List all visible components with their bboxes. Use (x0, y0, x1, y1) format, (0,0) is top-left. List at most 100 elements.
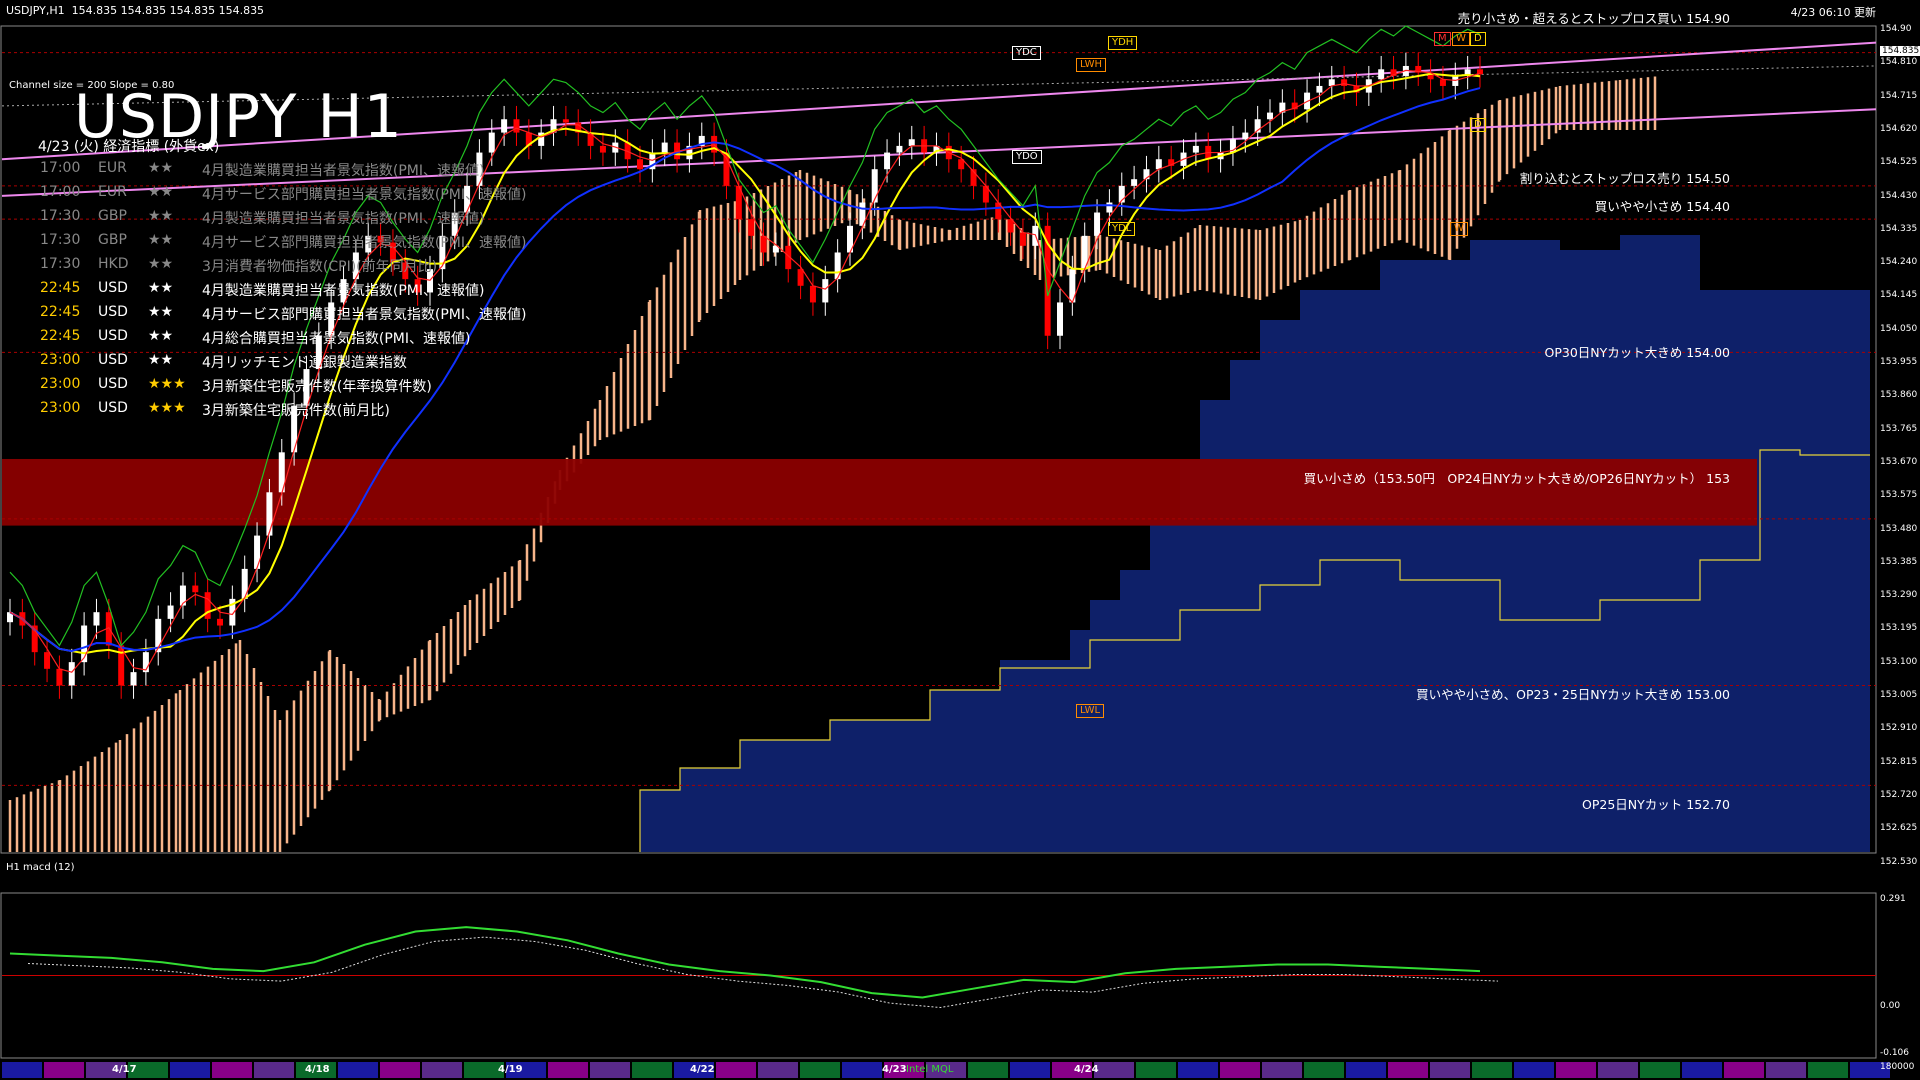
event-currency: EUR (98, 160, 127, 176)
price-tick: 152.910 (1880, 723, 1918, 734)
chart-subtitle: 4/23 (火) 経済指標 (外貨ex) (38, 139, 220, 155)
event-time: 22:45 (40, 280, 81, 296)
event-name: 4月製造業購買担当者景気指数(PMI、速報値) (202, 163, 485, 179)
candle-body (68, 662, 75, 686)
price-tick: 154.525 (1880, 157, 1918, 168)
date-label: 4/24 (1074, 1064, 1099, 1075)
date-bar-label: Intel MQL (906, 1064, 954, 1075)
candle-body (908, 139, 915, 146)
date-stripe (422, 1062, 462, 1078)
date-stripe (716, 1062, 756, 1078)
price-tick: 153.670 (1880, 456, 1918, 467)
date-stripe (1010, 1062, 1050, 1078)
price-tick: 154.335 (1880, 223, 1918, 234)
event-time: 17:30 (40, 256, 81, 272)
event-stars: ★★ (148, 328, 174, 344)
candle-body (1094, 212, 1101, 236)
candle-body (56, 668, 63, 686)
event-time: 22:45 (40, 328, 81, 344)
date-label: 4/23 (882, 1064, 907, 1075)
candle-body (1057, 302, 1063, 336)
event-time: 17:00 (40, 184, 81, 200)
event-row: 17:00 EUR ★★ 4月製造業購買担当者景気指数(PMI、速報値) (40, 160, 484, 180)
date-stripe (1346, 1062, 1386, 1078)
date-stripe (758, 1062, 798, 1078)
price-tag: M (1434, 32, 1451, 46)
event-row: 17:30 HKD ★★ 3月消費者物価指数(CPI)(前年同月比) (40, 256, 437, 276)
price-tick: 154.810 (1880, 57, 1918, 68)
price-tick: 153.195 (1880, 623, 1918, 634)
date-stripe (590, 1062, 630, 1078)
candle-body (1378, 69, 1385, 80)
price-tag: W (1450, 222, 1468, 236)
date-stripe (632, 1062, 672, 1078)
symbol-header: USDJPY,H1 154.835 154.835 154.835 154.83… (6, 4, 265, 17)
event-stars: ★★ (148, 208, 174, 224)
event-currency: USD (98, 304, 128, 320)
level-note: OP25日NYカット 152.70 (1582, 797, 1730, 812)
event-time: 23:00 (40, 400, 81, 416)
date-stripe (1724, 1062, 1764, 1078)
event-row: 17:00 EUR ★★ 4月サービス部門購買担当者景気指数(PMI、速報値) (40, 184, 526, 204)
price-tick: 154.050 (1880, 323, 1918, 334)
event-currency: GBP (98, 232, 127, 248)
date-stripe (1430, 1062, 1470, 1078)
event-time: 17:00 (40, 160, 81, 176)
candle-body (1439, 79, 1446, 86)
candle-body (884, 152, 891, 170)
event-stars: ★★ (148, 280, 174, 296)
candle-body (587, 132, 594, 146)
candle-body (1267, 112, 1273, 120)
event-currency: USD (98, 352, 128, 368)
level-note: OP30日NYカット大きめ 154.00 (1544, 345, 1730, 360)
date-label: 4/22 (690, 1064, 715, 1075)
candle-body (266, 492, 273, 536)
price-tick: 153.860 (1880, 390, 1918, 401)
event-name: 3月新築住宅販売件数(年率換算件数) (202, 379, 432, 395)
event-stars: ★★ (148, 184, 174, 200)
date-stripe (1514, 1062, 1554, 1078)
event-time: 23:00 (40, 352, 81, 368)
price-tick: 152.530 (1880, 856, 1918, 867)
event-name: 4月製造業購買担当者景気指数(PMI、速報値) (202, 211, 485, 227)
date-stripe (1556, 1062, 1596, 1078)
event-time: 23:00 (40, 376, 81, 392)
candle-body (241, 568, 248, 599)
event-stars: ★★ (148, 352, 174, 368)
candle-body (1341, 79, 1348, 86)
event-currency: USD (98, 400, 128, 416)
candle-body (1316, 85, 1323, 93)
event-stars: ★★ (148, 232, 174, 248)
event-name: 4月総合購買担当者景気指数(PMI、速報値) (202, 331, 471, 347)
spacer (1516, 34, 1876, 42)
chart-window: USDJPY,H1 154.835 154.835 154.835 154.83… (0, 0, 1920, 1080)
date-stripe (968, 1062, 1008, 1078)
date-stripe (338, 1062, 378, 1078)
update-time: 4/23 06:10 更新 (1790, 6, 1876, 19)
candle-body (834, 252, 841, 280)
candle-body (1242, 132, 1249, 140)
date-label: 4/17 (112, 1064, 137, 1075)
event-row: 22:45 USD ★★ 4月総合購買担当者景気指数(PMI、速報値) (40, 328, 470, 348)
date-stripe (380, 1062, 420, 1078)
event-row: 23:00 USD ★★★ 3月新築住宅販売件数(前月比) (40, 400, 390, 420)
candle-body (167, 605, 174, 619)
candle-body (661, 142, 668, 153)
event-name: 4月製造業購買担当者景気指数(PMI、速報値) (202, 283, 485, 299)
price-tick: 153.385 (1880, 556, 1918, 567)
date-stripe (1178, 1062, 1218, 1078)
candle-body (760, 235, 767, 253)
date-stripe (548, 1062, 588, 1078)
date-stripe (1388, 1062, 1428, 1078)
date-stripe (1640, 1062, 1680, 1078)
event-time: 22:45 (40, 304, 81, 320)
price-tick: 154.715 (1880, 90, 1918, 101)
level-note: 売り小さめ・超えるとストップロス買い 154.90 (1457, 11, 1730, 26)
date-stripe (254, 1062, 294, 1078)
candle-body (562, 119, 569, 123)
date-stripe (170, 1062, 210, 1078)
event-name: 4月サービス部門購買担当者景気指数(PMI、速報値) (202, 187, 527, 203)
candle-body (797, 269, 804, 286)
event-time: 17:30 (40, 232, 81, 248)
candle-body (44, 652, 51, 669)
